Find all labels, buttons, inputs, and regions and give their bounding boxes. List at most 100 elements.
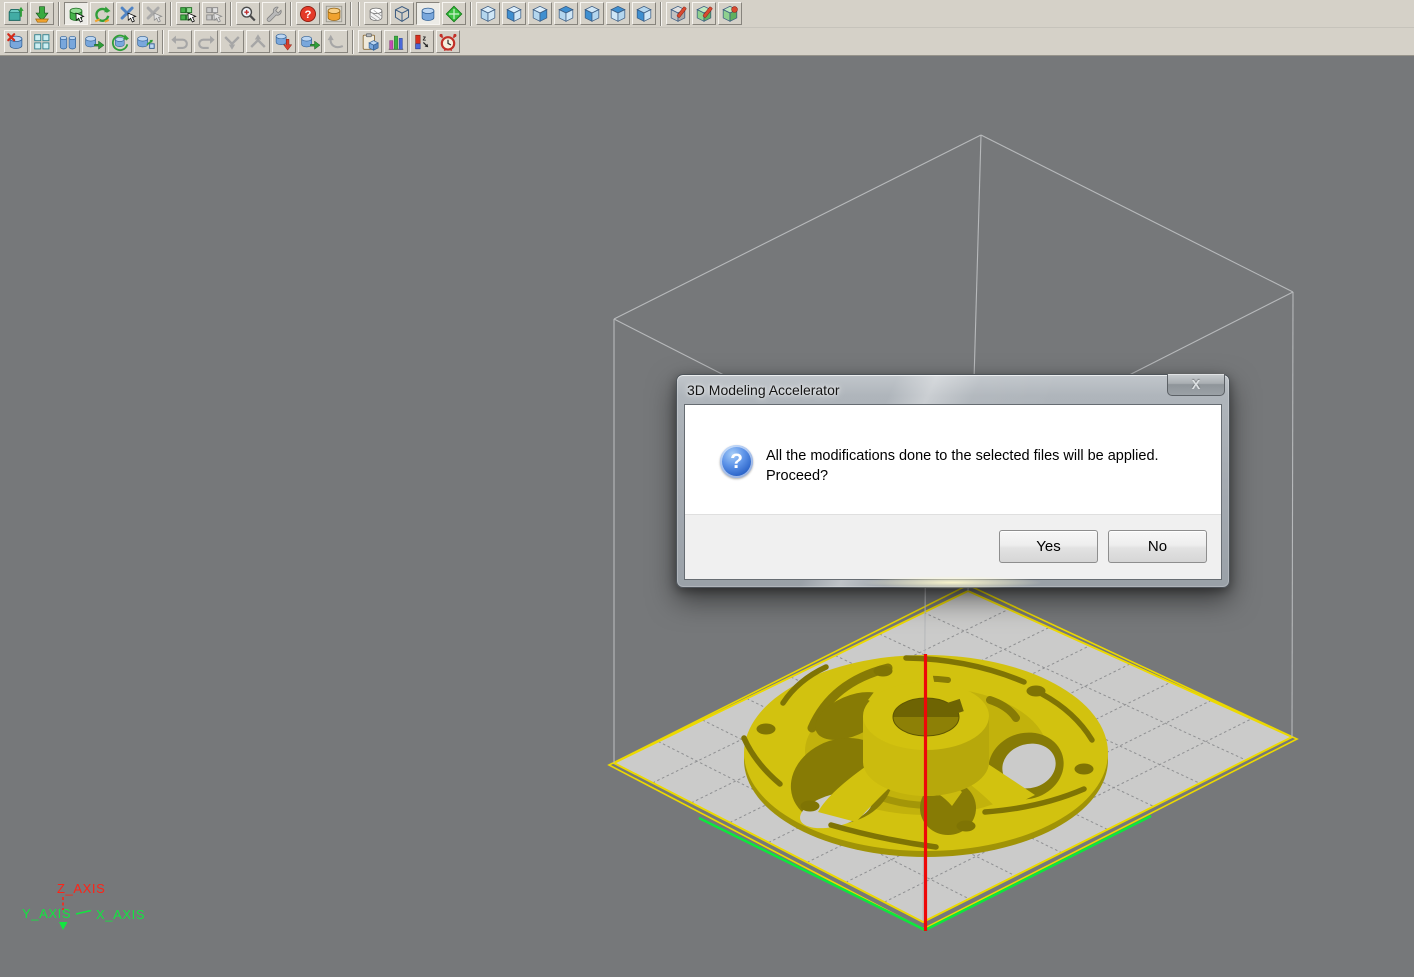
- transform-part-button[interactable]: [116, 2, 140, 25]
- expand-button-disabled[interactable]: [246, 30, 270, 53]
- view-left-button[interactable]: [554, 2, 578, 25]
- select-shells-button[interactable]: [176, 2, 200, 25]
- export-part-icon: [84, 32, 104, 52]
- save-parts-button[interactable]: [30, 2, 54, 25]
- select-part-button[interactable]: [64, 2, 88, 25]
- repair-part-button[interactable]: [692, 2, 716, 25]
- paste-part-button[interactable]: [358, 30, 382, 53]
- confirmation-dialog: 3D Modeling Accelerator X ? All the modi…: [676, 374, 1230, 588]
- select-all-button[interactable]: [30, 30, 54, 53]
- verify-part-button[interactable]: [666, 2, 690, 25]
- bounding-box-view-icon: [392, 4, 412, 24]
- viewport-3d[interactable]: Z_AXIS Y_AXIS X_AXIS 3D Modeling Acceler…: [0, 56, 1414, 977]
- rotate-part-icon: [92, 4, 112, 24]
- delete-part-button[interactable]: [4, 30, 28, 53]
- sort-z-button[interactable]: z: [410, 30, 434, 53]
- measure-button-disabled[interactable]: [262, 2, 286, 25]
- view-left-icon: [556, 4, 576, 24]
- application-window: ? z Z_AXIS Y_AXIS X_AXIS: [0, 0, 1414, 977]
- svg-text:z: z: [422, 33, 426, 42]
- save-parts-icon: [32, 4, 52, 24]
- auto-fix-button[interactable]: [718, 2, 742, 25]
- transform-part-button-disabled[interactable]: [142, 2, 166, 25]
- repair-part-icon: [694, 4, 714, 24]
- toolbar-separator: [470, 2, 472, 26]
- fit-view-button[interactable]: [442, 2, 466, 25]
- load-parts-button[interactable]: [4, 2, 28, 25]
- toolbar-row-2: z: [0, 27, 1414, 55]
- transform-part-icon: [118, 4, 138, 24]
- view-right-icon: [582, 4, 602, 24]
- statistics-icon: [386, 32, 406, 52]
- collapse-icon: [222, 32, 242, 52]
- verify-part-icon: [668, 4, 688, 24]
- duplicate-part-icon: [58, 32, 78, 52]
- export-part-button[interactable]: [82, 30, 106, 53]
- toolbar-separator: [290, 2, 292, 26]
- view-isometric-icon: [478, 4, 498, 24]
- delete-part-icon: [6, 32, 26, 52]
- wireframe-view-icon: [366, 4, 386, 24]
- dialog-button-row: Yes No: [685, 514, 1221, 579]
- expand-icon: [248, 32, 268, 52]
- svg-text:?: ?: [305, 9, 312, 21]
- yes-button[interactable]: Yes: [999, 530, 1098, 563]
- main-toolbar: ? z: [0, 0, 1414, 56]
- dialog-titlebar[interactable]: 3D Modeling Accelerator X: [677, 375, 1229, 404]
- rotate-part-button[interactable]: [90, 2, 114, 25]
- render-solid-button[interactable]: [322, 2, 346, 25]
- select-shells-icon: [178, 4, 198, 24]
- reload-part-icon: [110, 32, 130, 52]
- toolbar-separator: [58, 2, 60, 26]
- view-right-button[interactable]: [580, 2, 604, 25]
- statistics-button[interactable]: [384, 30, 408, 53]
- view-front-button[interactable]: [502, 2, 526, 25]
- collapse-button-disabled[interactable]: [220, 30, 244, 53]
- close-button[interactable]: X: [1167, 374, 1225, 396]
- view-back-button[interactable]: [528, 2, 552, 25]
- copy-part-button[interactable]: [134, 30, 158, 53]
- select-shells-button-disabled[interactable]: [202, 2, 226, 25]
- send-part-button[interactable]: [298, 30, 322, 53]
- sort-z-icon: z: [412, 32, 432, 52]
- toolbar-separator: [358, 2, 360, 26]
- bounding-box-view-button[interactable]: [390, 2, 414, 25]
- toolbar-separator: [170, 2, 172, 26]
- build-time-button[interactable]: [436, 30, 460, 53]
- drop-part-button[interactable]: [272, 30, 296, 53]
- view-front-icon: [504, 4, 524, 24]
- view-bottom-icon: [634, 4, 654, 24]
- view-bottom-button[interactable]: [632, 2, 656, 25]
- reload-part-button[interactable]: [108, 30, 132, 53]
- undo-icon: [170, 32, 190, 52]
- undo-button-disabled[interactable]: [168, 30, 192, 53]
- dialog-message: All the modifications done to the select…: [766, 446, 1159, 466]
- render-solid-icon: [324, 4, 344, 24]
- dialog-message-area: ? All the modifications done to the sele…: [685, 405, 1221, 514]
- auto-fix-icon: [720, 4, 740, 24]
- toolbar-separator: [352, 30, 354, 54]
- close-icon: X: [1192, 377, 1201, 392]
- redo-icon: [196, 32, 216, 52]
- view-top-button[interactable]: [606, 2, 630, 25]
- zoom-in-icon: [238, 4, 258, 24]
- build-time-icon: [438, 32, 458, 52]
- revert-button-disabled[interactable]: [324, 30, 348, 53]
- paste-part-icon: [360, 32, 380, 52]
- wireframe-view-button[interactable]: [364, 2, 388, 25]
- no-button[interactable]: No: [1108, 530, 1207, 563]
- redo-button-disabled[interactable]: [194, 30, 218, 53]
- shaded-view-button[interactable]: [416, 2, 440, 25]
- toolbar-separator: [162, 30, 164, 54]
- dialog-message-text: All the modifications done to the select…: [766, 445, 1159, 514]
- drop-part-icon: [274, 32, 294, 52]
- help-button[interactable]: ?: [296, 2, 320, 25]
- select-all-icon: [32, 32, 52, 52]
- view-isometric-button[interactable]: [476, 2, 500, 25]
- view-top-icon: [608, 4, 628, 24]
- select-part-icon: [66, 4, 86, 24]
- load-parts-icon: [6, 4, 26, 24]
- zoom-in-button[interactable]: [236, 2, 260, 25]
- fit-view-icon: [444, 4, 464, 24]
- duplicate-part-button[interactable]: [56, 30, 80, 53]
